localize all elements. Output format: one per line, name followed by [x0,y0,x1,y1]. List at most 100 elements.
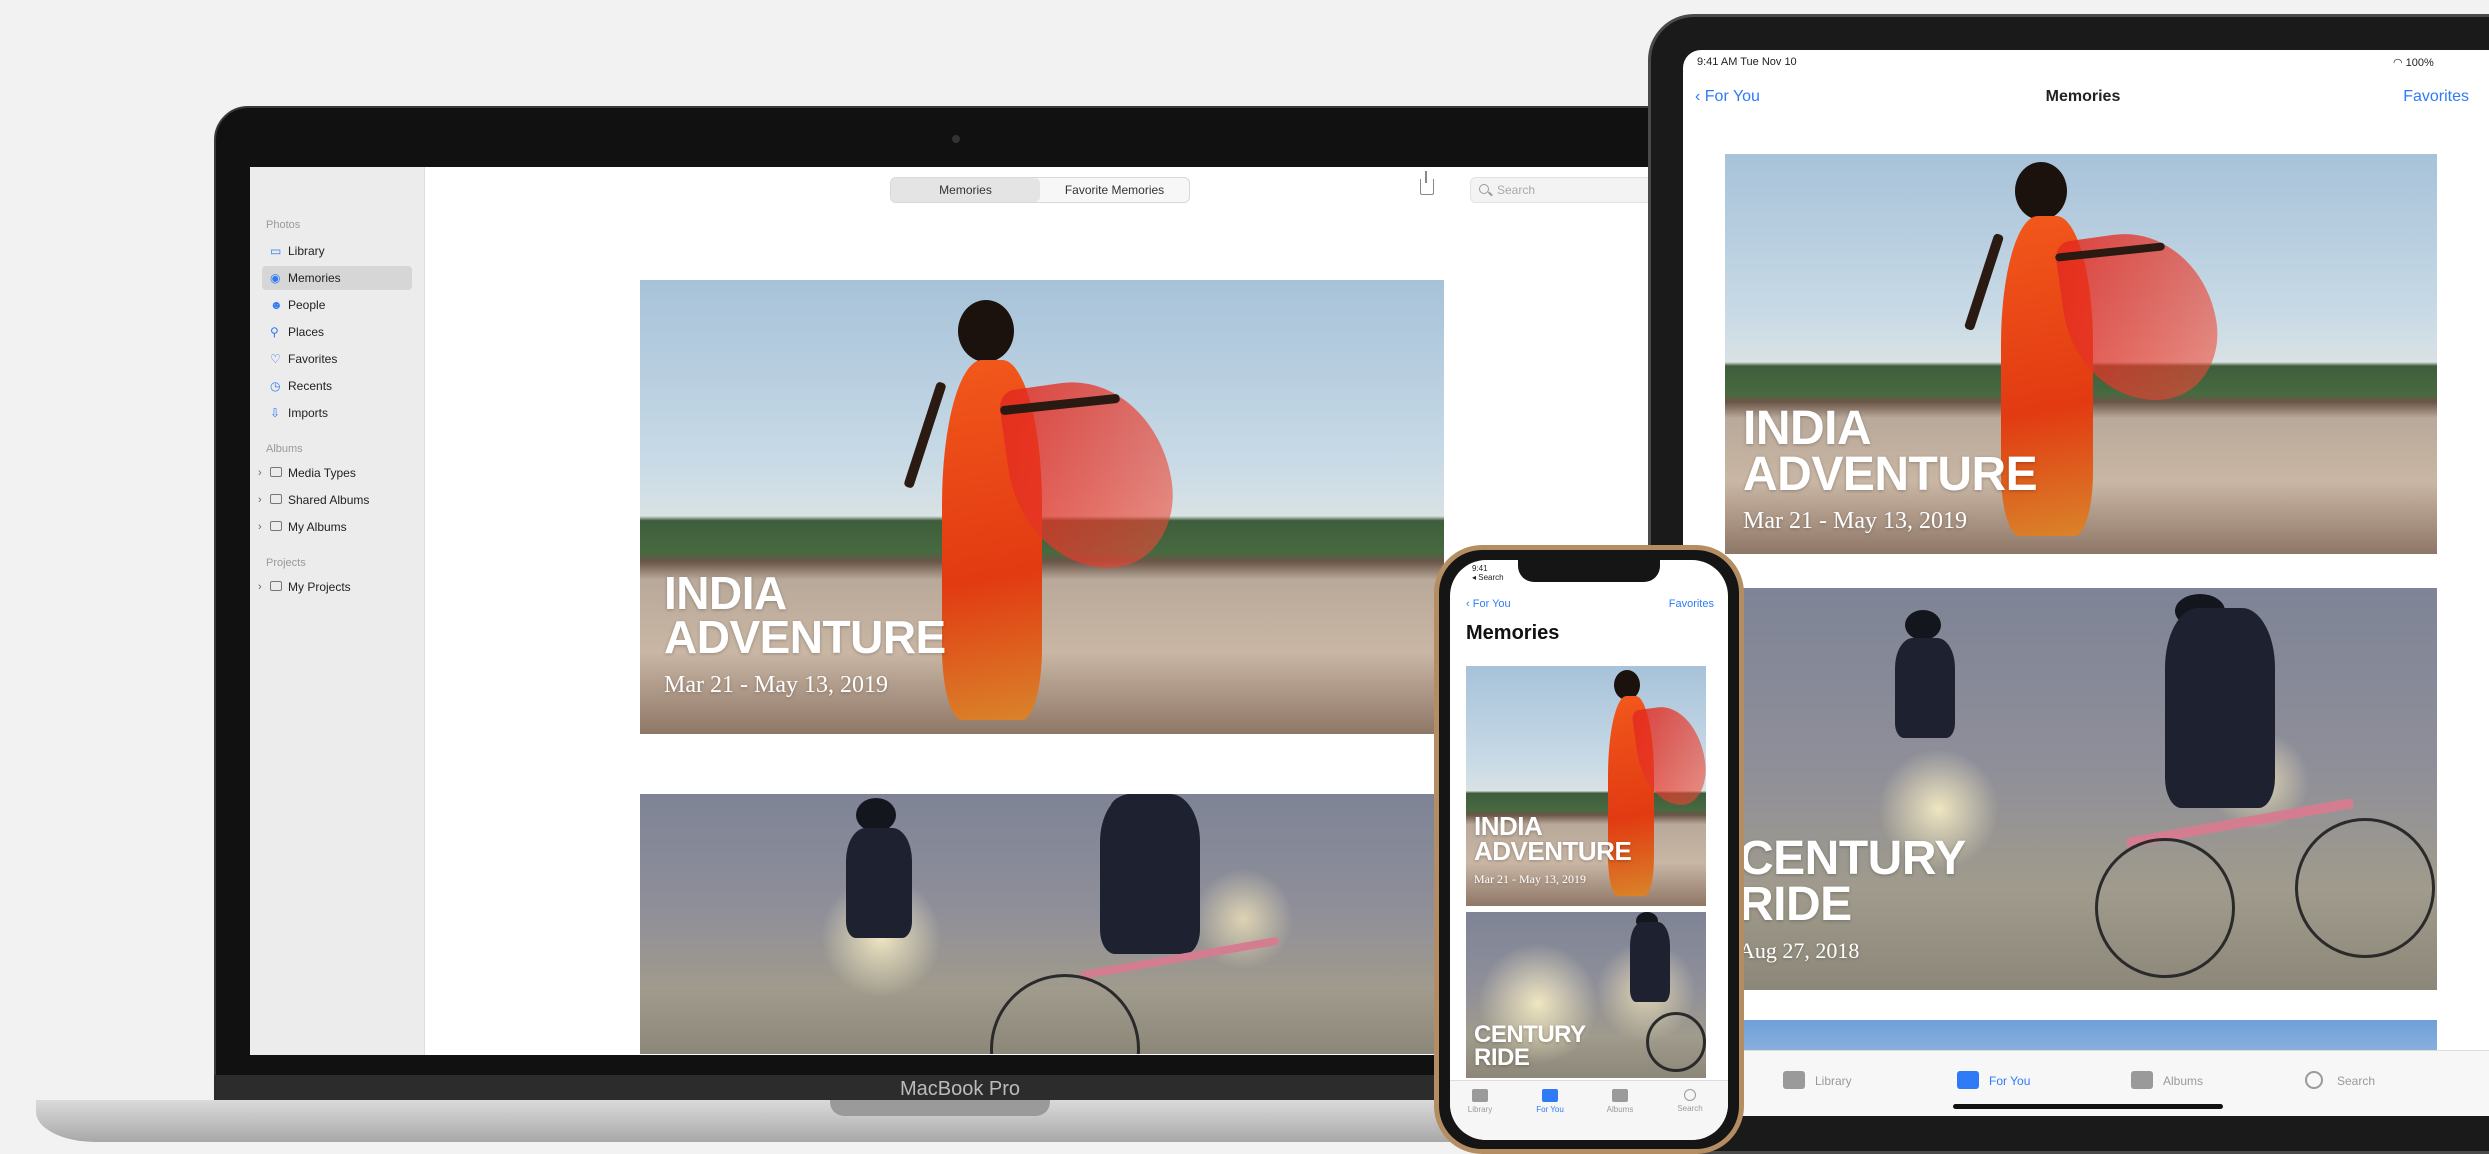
sidebar-item-recents[interactable]: ◷ Recents [262,374,412,398]
favorites-button[interactable]: Favorites [2403,88,2469,106]
chevron-right-icon[interactable]: › [258,461,262,485]
places-icon: ⚲ [270,325,279,339]
iphone-screen: 9:41 ◂ Search ‹ For You Favorites Memori… [1450,560,1728,1140]
memories-icon: ◉ [270,271,281,285]
tab-label: Search [1677,1104,1703,1113]
status-time: 9:41 AM [1697,56,1738,68]
share-icon[interactable] [1420,171,1434,195]
chevron-right-icon[interactable]: › [258,515,262,539]
sidebar: Photos ▭ Library ◉ Memories ☻ People ⚲ P… [250,167,425,1055]
tab-label: Library [1815,1074,1852,1088]
tab-library[interactable]: Library [1450,1089,1510,1114]
sidebar-item-label: Shared Albums [288,493,370,507]
for-you-icon [1542,1089,1558,1102]
status-back-app[interactable]: ◂ Search [1472,573,1504,582]
status-date: Tue Nov 10 [1740,56,1797,68]
sidebar-item-my-albums[interactable]: › My Albums [258,515,412,539]
sidebar-item-places[interactable]: ⚲ Places [262,320,412,344]
favorites-button[interactable]: Favorites [1669,598,1714,610]
tab-search[interactable]: Search [2305,1069,2375,1093]
tab-albums[interactable]: Albums [2131,1069,2203,1093]
cyclist-photo [990,794,1320,1054]
back-button-label: For You [1472,598,1511,610]
sidebar-item-memories[interactable]: ◉ Memories [262,266,412,290]
search-placeholder: Search [1497,183,1536,197]
iphone-notch [1518,560,1660,582]
tab-albums[interactable]: Albums [1590,1089,1650,1114]
sidebar-item-label: My Projects [288,580,351,594]
cyclist-photo [1616,912,1706,1078]
camera-dot [952,135,960,143]
imports-icon: ⇩ [270,406,281,420]
memory-card-india-adventure[interactable]: INDIA ADVENTURE Mar 21 - May 13, 2019 [1466,666,1706,906]
sidebar-item-library[interactable]: ▭ Library [262,239,412,263]
sidebar-item-my-projects[interactable]: › My Projects [258,575,412,599]
tab-label: Albums [1606,1105,1634,1114]
sidebar-item-label: Memories [288,271,341,285]
sidebar-item-imports[interactable]: ⇩ Imports [262,401,412,425]
memory-date: Mar 21 - May 13, 2019 [1474,872,1586,886]
folder-icon [270,581,282,591]
sidebar-item-label: People [288,298,326,312]
sidebar-item-label: Imports [288,406,329,420]
tab-label: For You [1989,1074,2031,1088]
sidebar-section-photos: Photos [266,219,301,231]
memory-date: Mar 21 - May 13, 2019 [1743,508,1967,534]
memory-card-india-adventure[interactable]: INDIA ADVENTURE Mar 21 - May 13, 2019 [640,280,1444,734]
sidebar-item-people[interactable]: ☻ People [262,293,412,317]
cyclist-photo [1875,608,1985,768]
search-icon [2305,1071,2323,1089]
shared-folder-icon [270,494,282,504]
folder-icon [270,521,282,531]
chevron-left-icon: ‹ [1466,598,1470,610]
tab-favorite-memories[interactable]: Favorite Memories [1040,178,1189,202]
memory-card-century-ride[interactable] [640,794,1444,1054]
memories-segmented-control: Memories Favorite Memories [890,177,1190,203]
memory-title: CENTURY RIDE [1739,835,1966,931]
albums-icon [1612,1089,1628,1102]
page-title: Memories [2045,88,2121,105]
memory-title: INDIA ADVENTURE [1743,405,2038,501]
battery-level: 100% [2405,57,2434,69]
recents-icon: ◷ [270,379,281,393]
search-icon [1684,1089,1696,1101]
albums-icon [2131,1071,2153,1089]
people-icon: ☻ [270,298,283,312]
iphone-status: 9:41 ◂ Search [1472,564,1504,582]
sidebar-item-shared-albums[interactable]: › Shared Albums [258,488,412,512]
memory-card-century-ride[interactable]: CENTURY RIDE Aug 27, 2018 [1725,588,2437,990]
chevron-right-icon[interactable]: › [258,488,262,512]
memory-title: INDIA ADVENTURE [1474,811,1632,866]
memory-title: INDIA ADVENTURE [664,567,946,659]
sidebar-item-label: Media Types [288,466,356,480]
memory-date: Aug 27, 2018 [1739,938,1860,963]
tab-library[interactable]: Library [1783,1069,1852,1093]
memory-title-line1: INDIA [664,567,787,619]
sidebar-item-favorites[interactable]: ♡ Favorites [262,347,412,371]
memory-date: Mar 21 - May 13, 2019 [664,672,888,698]
ipad-screen: 9:41 AM Tue Nov 10 ◠ 100% ‹ For You Memo… [1683,50,2489,1116]
page-title: Memories [1466,622,1560,644]
folder-icon [270,467,282,477]
chevron-right-icon[interactable]: › [258,575,262,599]
sidebar-item-media-types[interactable]: › Media Types [258,461,412,485]
back-button[interactable]: ‹ For You [1466,598,1511,610]
memory-title-line2: ADVENTURE [1743,447,2038,501]
tab-label: Search [2337,1074,2376,1088]
sidebar-item-label: Recents [288,379,333,393]
library-icon: ▭ [270,244,282,258]
dancer-photo [1586,670,1706,906]
tab-for-you[interactable]: For You [1957,1069,2030,1093]
memory-card-century-ride[interactable]: CENTURY RIDE [1466,912,1706,1078]
memory-title: CENTURY RIDE [1474,1023,1586,1071]
memory-title-line2: RIDE [1739,877,1852,931]
wifi-icon: ◠ [2393,57,2403,69]
memory-title-line1: INDIA [1474,811,1543,841]
tab-search[interactable]: Search [1660,1089,1720,1113]
memory-card-india-adventure[interactable]: INDIA ADVENTURE Mar 21 - May 13, 2019 [1725,154,2437,554]
memory-title-line2: RIDE [1474,1043,1530,1071]
library-icon [1472,1089,1488,1102]
tab-memories[interactable]: Memories [891,178,1040,202]
tab-for-you[interactable]: For You [1520,1089,1580,1114]
memory-title-line2: ADVENTURE [1474,835,1632,866]
